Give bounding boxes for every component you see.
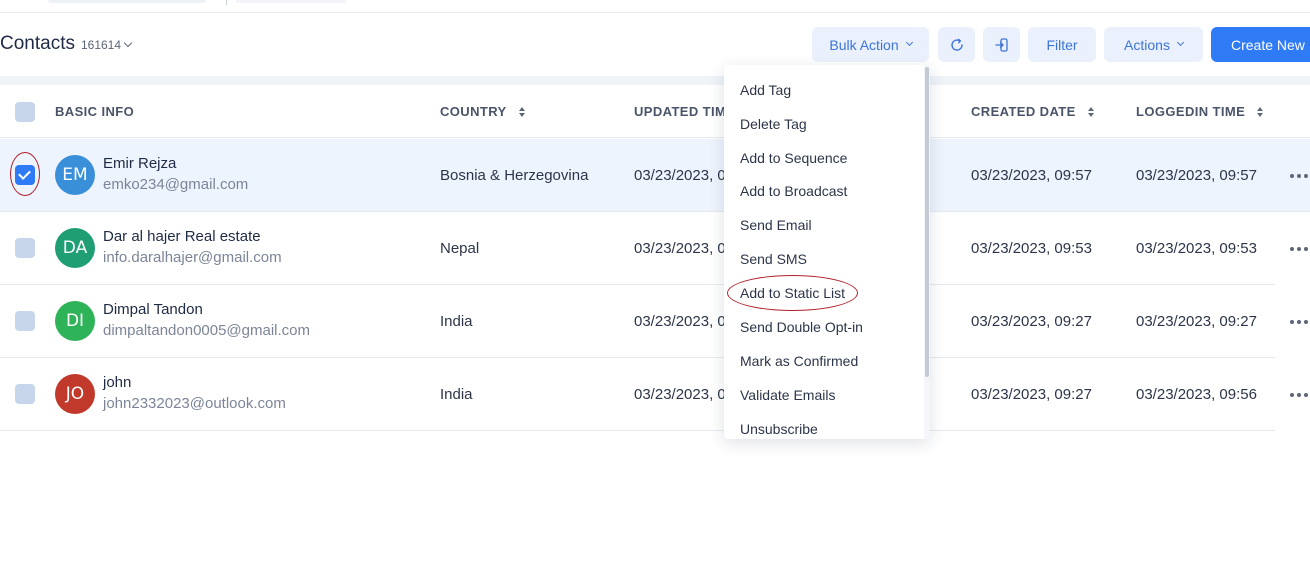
table-row[interactable]: EM Emir Rejza emko234@gmail.com Bosnia &… <box>0 139 1310 212</box>
chevron-down-icon <box>123 38 133 48</box>
table-header: BASIC INFO COUNTRY UPDATED TIME CREATED … <box>0 85 1310 138</box>
avatar: JO <box>55 374 95 414</box>
page-title[interactable]: Contacts 161614 <box>0 33 133 55</box>
table-row[interactable]: DA Dar al hajer Real estate info.daralha… <box>0 212 1308 285</box>
filter-button[interactable]: Filter <box>1028 27 1096 62</box>
menu-item-send-email[interactable]: Send Email <box>740 217 812 233</box>
column-created-date[interactable]: CREATED DATE <box>971 85 1094 138</box>
contact-created-date: 03/23/2023, 09:53 <box>971 240 1092 257</box>
create-new-button[interactable]: Create New <box>1211 27 1310 62</box>
contact-loggedin-time: 03/23/2023, 09:27 <box>1136 313 1257 330</box>
contact-name[interactable]: Emir Rejza <box>103 155 176 172</box>
page-title-text: Contacts <box>0 33 75 54</box>
contact-updated-time: 03/23/2023, 0 <box>634 240 726 257</box>
more-horizontal-icon[interactable] <box>1290 320 1308 324</box>
contact-country: India <box>440 313 473 330</box>
top-strip <box>0 0 1310 13</box>
export-button[interactable] <box>983 27 1020 62</box>
bulk-action-button[interactable]: Bulk Action <box>812 27 929 62</box>
column-loggedin-time-label: LOGGEDIN TIME <box>1136 104 1246 119</box>
contact-country: India <box>440 386 473 403</box>
more-horizontal-icon[interactable] <box>1290 393 1308 397</box>
avatar: DA <box>55 228 95 268</box>
contact-country: Bosnia & Herzegovina <box>440 167 589 184</box>
table-row[interactable]: JO john john2332023@outlook.com India 03… <box>0 358 1308 431</box>
nav-ghost-left <box>48 0 206 3</box>
chevron-down-icon <box>905 38 913 47</box>
menu-item-delete-tag[interactable]: Delete Tag <box>740 116 807 132</box>
filter-label: Filter <box>1046 36 1078 53</box>
more-horizontal-icon[interactable] <box>1290 247 1308 251</box>
menu-item-add-tag[interactable]: Add Tag <box>740 82 791 98</box>
menu-item-mark-as-confirmed[interactable]: Mark as Confirmed <box>740 353 858 369</box>
contact-name[interactable]: john <box>103 374 131 391</box>
actions-button[interactable]: Actions <box>1104 27 1203 62</box>
column-country[interactable]: COUNTRY <box>440 85 525 138</box>
export-icon <box>994 37 1008 52</box>
column-updated-time-label: UPDATED TIME <box>634 104 736 119</box>
menu-item-add-to-sequence[interactable]: Add to Sequence <box>740 150 847 166</box>
contact-email: john2332023@outlook.com <box>103 395 286 412</box>
contact-email: emko234@gmail.com <box>103 176 249 193</box>
column-updated-time[interactable]: UPDATED TIME <box>634 85 735 138</box>
refresh-icon <box>950 38 963 51</box>
contact-email: info.daralhajer@gmail.com <box>103 249 282 266</box>
bulk-action-menu: Add Tag Delete Tag Add to Sequence Add t… <box>724 65 930 439</box>
contact-loggedin-time: 03/23/2023, 09:57 <box>1136 167 1257 184</box>
column-basic-info-label: BASIC INFO <box>55 104 135 119</box>
contact-updated-time: 03/23/2023, 0 <box>634 386 726 403</box>
column-country-label: COUNTRY <box>440 104 507 119</box>
row-checkbox[interactable] <box>15 238 35 258</box>
table-row[interactable]: DI Dimpal Tandon dimpaltandon0005@gmail.… <box>0 285 1308 358</box>
menu-item-add-to-broadcast[interactable]: Add to Broadcast <box>740 183 847 199</box>
contact-loggedin-time: 03/23/2023, 09:53 <box>1136 240 1257 257</box>
contact-country: Nepal <box>440 240 480 257</box>
contact-name[interactable]: Dimpal Tandon <box>103 301 203 318</box>
menu-item-validate-emails[interactable]: Validate Emails <box>740 387 835 403</box>
column-basic-info: BASIC INFO <box>55 85 134 138</box>
row-checkbox[interactable] <box>15 384 35 404</box>
refresh-button[interactable] <box>938 27 975 62</box>
contact-name[interactable]: Dar al hajer Real estate <box>103 228 261 245</box>
contact-loggedin-time: 03/23/2023, 09:56 <box>1136 386 1257 403</box>
contact-created-date: 03/23/2023, 09:27 <box>971 313 1092 330</box>
sort-icon[interactable] <box>1087 106 1094 117</box>
contact-updated-time: 03/23/2023, 0 <box>634 313 726 330</box>
bulk-action-label: Bulk Action <box>829 36 899 53</box>
create-new-label: Create New <box>1231 36 1305 53</box>
contact-created-date: 03/23/2023, 09:57 <box>971 167 1092 184</box>
menu-item-send-double-opt-in[interactable]: Send Double Opt-in <box>740 319 863 335</box>
contact-count: 161614 <box>80 38 133 52</box>
contact-count-value: 161614 <box>80 38 122 52</box>
row-checkbox[interactable] <box>15 311 35 331</box>
nav-divider <box>226 0 227 5</box>
page-header: Contacts 161614 Bulk Action Filter Actio… <box>0 13 1310 76</box>
header-divider-band <box>0 76 1310 85</box>
menu-item-unsubscribe[interactable]: Unsubscribe <box>740 421 818 437</box>
more-horizontal-icon[interactable] <box>1290 174 1308 178</box>
sort-icon[interactable] <box>518 106 525 117</box>
contact-email: dimpaltandon0005@gmail.com <box>103 322 311 339</box>
nav-ghost-right <box>236 0 346 3</box>
menu-scrollbar-thumb[interactable] <box>925 67 929 377</box>
chevron-down-icon <box>1176 38 1184 47</box>
avatar: DI <box>55 301 95 341</box>
sort-icon[interactable] <box>1257 106 1264 117</box>
contact-created-date: 03/23/2023, 09:27 <box>971 386 1092 403</box>
menu-item-send-sms[interactable]: Send SMS <box>740 251 807 267</box>
annotation-oval-static-list <box>727 275 858 311</box>
select-all-checkbox[interactable] <box>15 102 35 122</box>
column-created-date-label: CREATED DATE <box>971 104 1076 119</box>
column-loggedin-time[interactable]: LOGGEDIN TIME <box>1136 85 1264 138</box>
contact-updated-time: 03/23/2023, 0 <box>634 167 726 184</box>
actions-label: Actions <box>1124 36 1170 53</box>
avatar: EM <box>55 155 95 195</box>
annotation-circle-checkbox <box>10 152 40 196</box>
